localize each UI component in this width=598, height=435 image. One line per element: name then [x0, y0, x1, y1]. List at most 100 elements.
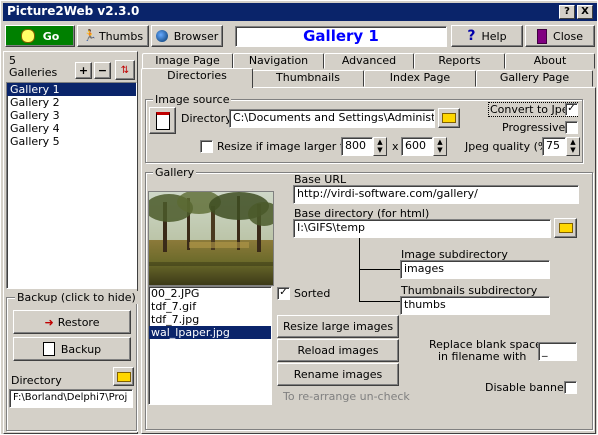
gallery-list-item[interactable]: Gallery 4: [7, 122, 136, 135]
sort-gallery-button[interactable]: ⇅: [115, 60, 135, 80]
tab-thumbnails[interactable]: Thumbnails: [252, 70, 364, 87]
disable-banner-label: Disable banner: [485, 381, 569, 394]
window-title: Picture2Web v2.3.0: [7, 4, 140, 18]
source-directory-label: Directory: [181, 112, 232, 125]
folder-icon: [558, 223, 573, 233]
tab-image-page[interactable]: Image Page: [142, 53, 233, 69]
backup-directory-label: Directory: [11, 374, 62, 387]
connector-line: [359, 269, 401, 270]
image-subdir-field[interactable]: images: [400, 260, 550, 279]
gallery-list-item[interactable]: Gallery 3: [7, 109, 136, 122]
source-directory-field[interactable]: C:\Documents and Settings\Administrator\: [229, 109, 435, 128]
thumbs-label: Thumbs: [98, 29, 144, 43]
browser-label: Browser: [173, 29, 219, 43]
thumb-subdir-field[interactable]: thumbs: [400, 296, 550, 315]
plus-icon: +: [78, 64, 89, 77]
gallery-list-item[interactable]: Gallery 5: [7, 135, 136, 148]
tab-gallery-page[interactable]: Gallery Page: [476, 70, 593, 87]
help-label: Help: [481, 29, 507, 43]
resize-width-field[interactable]: 800: [341, 137, 373, 156]
spin-up-icon: ▲: [570, 138, 576, 146]
file-list-item[interactable]: 00_2.JPG: [149, 287, 271, 300]
title-bar: Picture2Web v2.3.0 ? X: [3, 3, 597, 21]
height-spinner[interactable]: ▲ ▼: [433, 137, 447, 156]
restore-button[interactable]: ➜ Restore: [13, 310, 131, 334]
source-pick-button[interactable]: [149, 107, 176, 134]
tab-navigation[interactable]: Navigation: [233, 53, 324, 69]
go-label: Go: [42, 29, 60, 43]
remove-gallery-button[interactable]: −: [94, 62, 111, 79]
backup-button[interactable]: Backup: [13, 337, 131, 361]
progressive-checkbox[interactable]: [565, 121, 578, 134]
progressive-label: Progressive: [502, 121, 566, 134]
file-list-item[interactable]: tdf_7.jpg: [149, 313, 271, 326]
backup-title[interactable]: Backup (click to hide): [15, 291, 138, 304]
rearrange-hint: To re-arrange un-check: [283, 390, 410, 403]
gallery-list-item[interactable]: Gallery 2: [7, 96, 136, 109]
backup-icon: [42, 342, 55, 356]
sorted-checkbox[interactable]: ✓: [277, 287, 290, 300]
resize-checkbox[interactable]: [200, 140, 213, 153]
gallery-group-title: Gallery: [153, 166, 197, 179]
add-gallery-button[interactable]: +: [75, 62, 92, 79]
lightbulb-icon: [20, 29, 35, 43]
tab-advanced[interactable]: Advanced: [324, 53, 414, 69]
gallery-list-item[interactable]: Gallery 1: [7, 83, 136, 96]
browser-button[interactable]: Browser: [151, 25, 223, 47]
replace-label-line2: in filename with: [438, 350, 527, 363]
reload-images-button[interactable]: Reload images: [277, 339, 399, 362]
file-list-item[interactable]: tdf_7.gif: [149, 300, 271, 313]
galleries-label: Galleries: [9, 66, 58, 79]
tab-reports[interactable]: Reports: [414, 53, 505, 69]
main-window: Picture2Web v2.3.0 ? X Go 🏃 Thumbs Brows…: [0, 0, 598, 435]
thumbs-button[interactable]: 🏃 Thumbs: [77, 25, 149, 47]
base-dir-field[interactable]: I:\GIFS\temp: [293, 219, 551, 238]
base-dir-folder-button[interactable]: [554, 218, 577, 238]
spin-down-icon: ▼: [377, 146, 383, 154]
base-url-field[interactable]: http://virdi-software.com/gallery/: [293, 185, 579, 204]
file-list[interactable]: 00_2.JPG tdf_7.gif tdf_7.jpg wal_lpaper.jpg: [148, 286, 272, 405]
width-spinner[interactable]: ▲ ▼: [373, 137, 387, 156]
close-title-button[interactable]: X: [577, 5, 593, 19]
globe-icon: [155, 30, 168, 42]
tab-index-page[interactable]: Index Page: [364, 70, 476, 87]
rename-images-button[interactable]: Rename images: [277, 363, 399, 386]
restore-label: Restore: [57, 315, 100, 329]
door-icon: [537, 28, 548, 44]
jpeg-quality-label: Jpeg quality (%): [465, 140, 553, 153]
jpeg-quality-field[interactable]: 75: [542, 137, 566, 156]
folder-icon: [116, 371, 131, 382]
source-folder-button[interactable]: [438, 108, 460, 128]
connector-line: [359, 301, 401, 302]
resize-large-button[interactable]: Resize large images: [277, 315, 399, 338]
help-title-button[interactable]: ?: [559, 5, 575, 19]
times-label: x: [392, 140, 399, 153]
convert-jpeg-checkbox[interactable]: ✓: [565, 103, 578, 116]
question-icon: ?: [467, 28, 476, 44]
minus-icon: −: [97, 64, 108, 77]
help-button[interactable]: ? Help: [451, 25, 523, 47]
jpeg-quality-spinner[interactable]: ▲ ▼: [566, 137, 580, 156]
replace-char-field[interactable]: _: [538, 342, 577, 361]
tab-directories[interactable]: Directories: [141, 68, 253, 88]
image-file-icon: [155, 111, 170, 130]
spin-up-icon: ▲: [377, 138, 383, 146]
landscape-image: [149, 192, 273, 285]
backup-folder-button[interactable]: [113, 367, 134, 386]
disable-banner-checkbox[interactable]: [564, 381, 577, 394]
tab-about[interactable]: About: [505, 53, 595, 69]
close-label: Close: [553, 29, 583, 43]
resize-height-field[interactable]: 600: [401, 137, 433, 156]
gallery-list[interactable]: Gallery 1 Gallery 2 Gallery 3 Gallery 4 Gall…: [6, 82, 137, 289]
connector-line: [359, 238, 360, 302]
gallery-title-field[interactable]: Gallery 1: [235, 26, 447, 47]
sorted-label: Sorted: [294, 287, 331, 300]
close-button[interactable]: Close: [525, 25, 595, 47]
backup-label: Backup: [60, 342, 102, 356]
runner-icon: 🏃: [82, 29, 97, 42]
spin-down-icon: ▼: [437, 146, 443, 154]
go-button[interactable]: Go: [5, 25, 75, 47]
spin-up-icon: ▲: [437, 138, 443, 146]
backup-directory-field[interactable]: F:\Borland\Delphi7\Proj: [9, 389, 133, 408]
file-list-item[interactable]: wal_lpaper.jpg: [149, 326, 271, 339]
